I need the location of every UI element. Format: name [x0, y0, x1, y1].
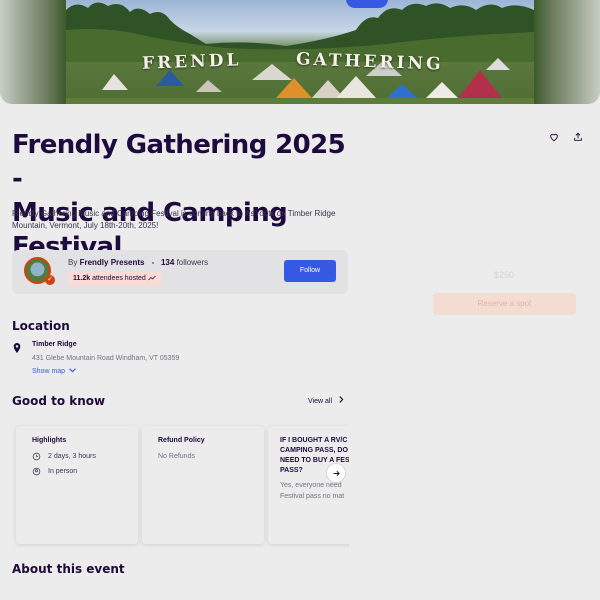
format-row: In person: [32, 467, 122, 476]
hero-image: FRENDL GATHERING: [66, 0, 534, 104]
highlights-title: Highlights: [32, 437, 67, 444]
clock-icon: [32, 452, 41, 461]
venue-address: 431 Glebe Mountain Road Windham, VT 0535…: [32, 355, 180, 362]
attendees-label: attendees hosted: [92, 275, 146, 282]
attendees-count: 11.2k: [73, 275, 91, 282]
good-to-know-carousel: Highlights 2 days, 3 hours In person Ref…: [12, 420, 349, 548]
event-title: Frendly Gathering 2025 - Music and Campi…: [12, 128, 362, 264]
faq-answer: Yes, everyone need Festival pass no mat: [280, 480, 349, 502]
follow-button[interactable]: Follow: [284, 260, 336, 282]
organizer-card: ✓ By Frendly Presents 134 followers 11.2…: [12, 250, 348, 294]
ticket-price: $250: [494, 270, 515, 280]
followers-count: 134: [160, 258, 175, 267]
good-to-know-heading: Good to know: [12, 394, 106, 408]
faq-card[interactable]: IF I BOUGHT A RV/C CAMPING PASS, DO NEED…: [268, 426, 349, 544]
organizer-byline: By Frendly Presents 134 followers: [68, 258, 208, 267]
organizer-by-prefix: By: [68, 258, 78, 267]
refund-card: Refund Policy No Refunds: [142, 426, 264, 544]
separator-dot: [151, 261, 154, 264]
faq-question-line: CAMPING PASS, DO: [280, 447, 348, 454]
heart-icon: [550, 133, 558, 142]
faq-answer-line: Festival pass no mat: [280, 493, 345, 500]
hero-banner: FRENDL GATHERING: [0, 0, 600, 104]
arrow-right-icon: [333, 470, 340, 476]
share-button[interactable]: [570, 129, 586, 145]
share-icon: [574, 132, 582, 141]
reserve-button[interactable]: Reserve a spot: [433, 293, 576, 315]
like-button[interactable]: [546, 129, 562, 145]
show-map-link[interactable]: Show map: [32, 368, 76, 375]
format-text: In person: [48, 468, 78, 475]
highlights-card: Highlights 2 days, 3 hours In person: [16, 426, 138, 544]
view-all-label: View all: [308, 398, 332, 405]
verified-check-icon: ✓: [45, 275, 55, 285]
about-heading: About this event: [12, 562, 125, 576]
venue-name: Timber Ridge: [32, 341, 77, 348]
event-title-line-1: Frendly Gathering 2025 -: [12, 130, 346, 194]
carousel-next-button[interactable]: [326, 463, 346, 483]
trend-up-icon: [148, 275, 156, 281]
show-map-label: Show map: [32, 368, 66, 375]
followers-label: followers: [176, 258, 209, 267]
refund-value: No Refunds: [158, 453, 195, 460]
refund-title: Refund Policy: [158, 437, 205, 444]
hero-overlay-pill: [346, 0, 388, 8]
organizer-name-link[interactable]: Frendly Presents: [80, 258, 145, 267]
event-summary: Frendly Gathering Music and Camping Fest…: [12, 209, 336, 230]
view-all-link[interactable]: View all: [308, 396, 344, 405]
faq-question-line: IF I BOUGHT A RV/C: [280, 437, 348, 444]
duration-row: 2 days, 3 hours: [32, 452, 122, 461]
location-pin-icon: [32, 467, 41, 476]
location-heading: Location: [12, 319, 70, 333]
attendees-hosted-badge: 11.2k attendees hosted: [68, 272, 161, 286]
chevron-down-icon: [69, 368, 76, 373]
hero-sign-left: FRENDL: [141, 50, 242, 74]
duration-text: 2 days, 3 hours: [48, 453, 96, 460]
map-pin-icon: [12, 341, 22, 359]
chevron-right-icon: [339, 396, 344, 403]
